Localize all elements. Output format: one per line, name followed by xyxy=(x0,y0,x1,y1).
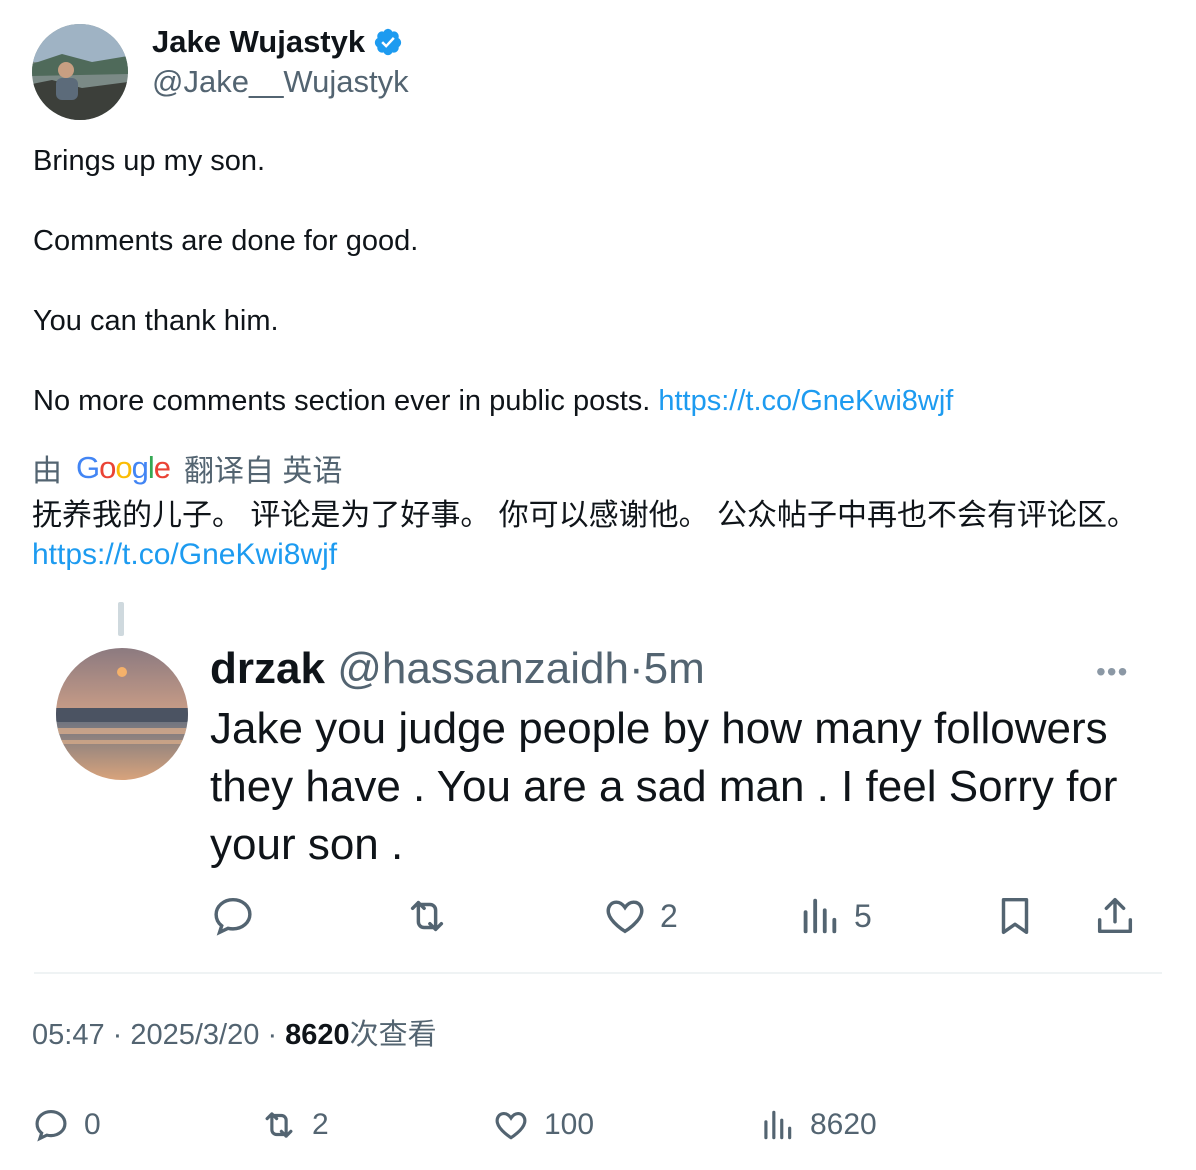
like-button[interactable]: 100 xyxy=(492,1102,594,1148)
tweet-line-2: Comments are done for good. xyxy=(33,225,419,257)
tweet-time[interactable]: 05:47 xyxy=(32,1019,105,1051)
comment-icon xyxy=(214,897,252,936)
verified-badge-icon xyxy=(374,28,402,56)
reply-retweet-action xyxy=(404,890,450,942)
reply-count: 0 xyxy=(84,1108,101,1141)
tweet-meta: 05:47 · 2025/3/20 · 8620次查看 xyxy=(32,1016,437,1054)
reply-comment-action xyxy=(210,890,256,942)
meta-separator-2: · xyxy=(267,1019,286,1051)
tweet-line-4: No more comments section ever in public … xyxy=(33,384,953,418)
author-handle[interactable]: @Jake__Wujastyk xyxy=(152,64,409,100)
comment-icon xyxy=(35,1109,67,1142)
retweet-icon xyxy=(410,900,444,932)
reply-time: 5m xyxy=(643,644,705,693)
reply-like-action: 2 xyxy=(602,890,678,942)
avatar-photo xyxy=(32,24,128,120)
tweet-line-1: Brings up my son. xyxy=(33,145,266,177)
analytics-icon xyxy=(764,1110,792,1140)
views-button[interactable]: 8620 xyxy=(758,1102,877,1148)
google-logo: Google xyxy=(76,450,171,485)
divider xyxy=(34,972,1162,974)
retweet-count: 2 xyxy=(312,1108,329,1141)
reply-like-count: 2 xyxy=(660,897,678,934)
reply-button[interactable]: 0 xyxy=(32,1102,101,1148)
translation-text: 抚养我的儿子。 评论是为了好事。 你可以感谢他。 公众帖子中再也不会有评论区。 … xyxy=(32,496,1162,574)
retweet-icon xyxy=(265,1112,293,1138)
heart-icon xyxy=(495,1112,527,1140)
translation-body: 抚养我的儿子。 评论是为了好事。 你可以感谢他。 公众帖子中再也不会有评论区。 xyxy=(32,499,1138,532)
tweet-date[interactable]: 2025/3/20 xyxy=(130,1019,259,1051)
translation-suffix: 翻译自 英语 xyxy=(184,455,343,488)
reply-text: Jake you judge people by how many follow… xyxy=(210,704,1118,869)
tweet-view-count: 8620 xyxy=(285,1019,350,1051)
reply-separator: · xyxy=(628,644,644,693)
tweet-line-3: You can thank him. xyxy=(33,305,279,337)
reply-author-name: drzak xyxy=(210,644,325,693)
reply-header: drzak @hassanzaidh·5m xyxy=(210,642,705,696)
share-icon xyxy=(1097,897,1133,934)
translation-prefix: 由 xyxy=(32,455,62,488)
tweet-view-label: 次查看 xyxy=(349,1019,437,1051)
author-avatar[interactable] xyxy=(32,24,128,120)
reply-views-count: 5 xyxy=(854,897,872,934)
heart-icon xyxy=(606,900,644,934)
author-name-row[interactable]: Jake Wujastyk xyxy=(152,24,403,60)
views-count: 8620 xyxy=(810,1108,877,1141)
reply-author-handle: @hassanzaidh xyxy=(337,644,629,693)
like-count: 100 xyxy=(544,1108,595,1141)
thread-connector xyxy=(118,602,124,636)
author-name[interactable]: Jake Wujastyk xyxy=(152,24,365,60)
reply-share-action xyxy=(1092,890,1138,942)
reply-avatar xyxy=(56,648,188,780)
tweet-line-4-text: No more comments section ever in public … xyxy=(33,385,651,417)
tweet-link[interactable]: https://t.co/GneKwi8wjf xyxy=(658,385,953,417)
analytics-icon xyxy=(803,898,837,934)
meta-separator-1: · xyxy=(112,1019,131,1051)
retweet-button[interactable]: 2 xyxy=(260,1102,329,1148)
bookmark-icon xyxy=(1001,897,1029,935)
reply-bookmark-action xyxy=(992,890,1038,942)
sunset-photo xyxy=(56,648,188,780)
reply-views-action: 5 xyxy=(796,890,872,942)
reply-more-icon: ••• xyxy=(1096,656,1129,687)
translation-attribution: 由 Google 翻译自 英语 xyxy=(32,448,342,488)
translation-link[interactable]: https://t.co/GneKwi8wjf xyxy=(32,538,337,571)
